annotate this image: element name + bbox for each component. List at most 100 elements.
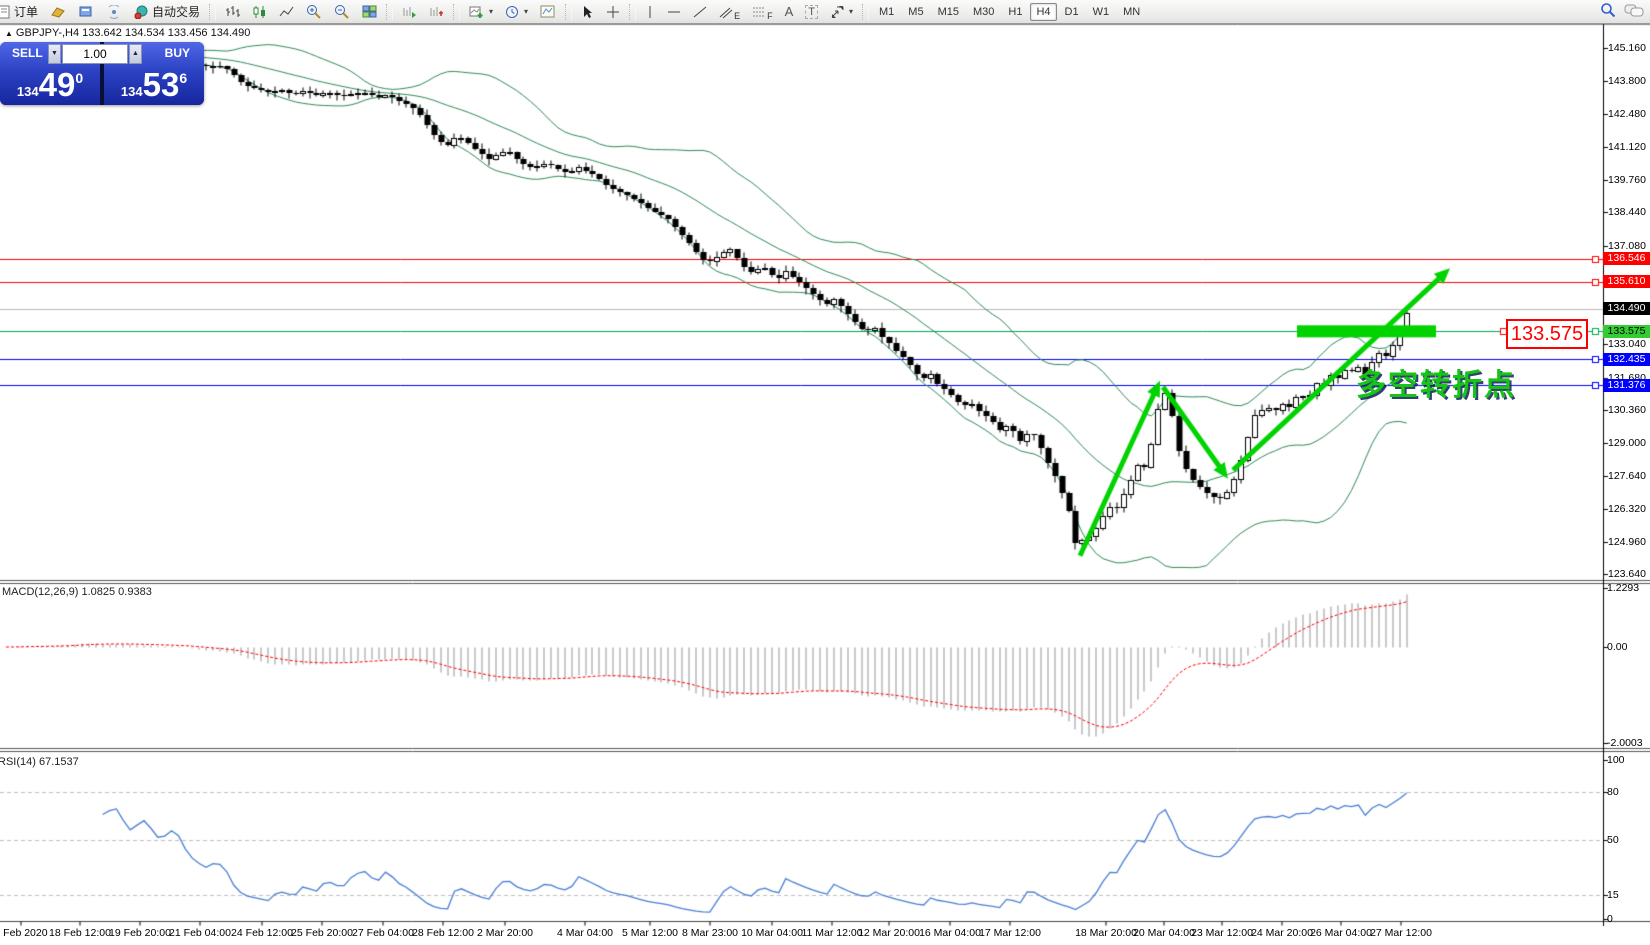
timeframe-w1[interactable]: W1 (1087, 3, 1116, 21)
shapes-tool-icon[interactable]: ▾ (825, 1, 858, 23)
vertical-line-tool-icon[interactable] (640, 1, 660, 23)
rsi-label: RSI(14) 67.1537 (0, 756, 79, 768)
volume-decrease-button[interactable]: ▼ (48, 44, 61, 64)
price-marker-badge: 136.546 (1603, 252, 1650, 265)
time-axis-label: 11 Mar 12:00 (801, 927, 862, 939)
line-chart-icon[interactable] (274, 1, 299, 23)
time-axis-label: 27 Feb 04:00 (352, 927, 414, 939)
price-tick: 133.040 (1608, 338, 1646, 350)
horizontal-line-tool-icon[interactable] (662, 1, 686, 23)
buy-label: BUY (165, 46, 190, 60)
time-axis-label: 7 Feb 2020 (0, 927, 48, 939)
toolbar-separator (209, 4, 216, 20)
chart-shift-icon[interactable] (424, 1, 449, 23)
time-axis-label: 8 Mar 23:00 (682, 927, 738, 939)
time-axis-label: 24 Mar 20:00 (1251, 927, 1313, 939)
candlestick-chart-icon[interactable] (247, 1, 272, 23)
timeframe-m15[interactable]: M15 (932, 3, 965, 21)
time-axis-label: 12 Mar 20:00 (858, 927, 920, 939)
tile-windows-icon[interactable] (357, 1, 382, 23)
label-tool-icon[interactable]: T (800, 1, 823, 23)
new-order-button[interactable]: 订单 (0, 3, 43, 21)
volume-input[interactable] (62, 44, 128, 64)
mt4-window: 订单 自动交易 (0, 0, 1650, 945)
rsi-scale-label: 50 (1607, 834, 1619, 846)
price-marker-badge: 135.610 (1603, 275, 1650, 288)
time-axis-label: 28 Feb 12:00 (412, 927, 474, 939)
time-axis-label: 24 Feb 12:00 (231, 927, 293, 939)
price-marker-badge: 133.575 (1603, 325, 1650, 338)
macd-label: MACD(12,26,9) 1.0825 0.9383 (2, 586, 152, 598)
timeframe-d1[interactable]: D1 (1059, 3, 1085, 21)
toolbar-separator (629, 4, 636, 20)
volume-increase-button[interactable]: ▲ (129, 44, 142, 64)
autotrading-button[interactable]: 自动交易 (129, 3, 205, 21)
sell-price: 134 49 0 (0, 68, 100, 101)
price-tick: 143.800 (1608, 75, 1646, 87)
channel-tool-letter: E (734, 11, 740, 21)
time-axis-label: 17 Mar 12:00 (979, 927, 1041, 939)
template-icon[interactable] (535, 1, 561, 23)
new-chart-button[interactable]: ▾ (464, 1, 498, 23)
text-tool-icon[interactable]: A (780, 1, 799, 23)
volume-control: ▼ ▲ (48, 44, 144, 64)
zoom-in-icon[interactable] (301, 1, 327, 23)
toolbar-right-group (1600, 2, 1644, 21)
buy-price-figure: 134 (121, 84, 143, 99)
auto-scroll-icon[interactable] (397, 1, 422, 23)
crosshair-icon[interactable] (601, 1, 625, 23)
timeframe-m5[interactable]: M5 (902, 3, 929, 21)
search-icon[interactable] (1600, 2, 1616, 21)
chart-canvas[interactable] (0, 0, 1650, 945)
cursor-icon[interactable] (576, 1, 599, 23)
period-clock-button[interactable]: ▾ (500, 1, 533, 23)
sell-price-figure: 134 (17, 84, 39, 99)
timeframe-m1[interactable]: M1 (873, 3, 900, 21)
time-axis-label: 4 Mar 04:00 (557, 927, 613, 939)
time-axis-label: 25 Feb 20:00 (291, 927, 353, 939)
timeframe-h1[interactable]: H1 (1002, 3, 1028, 21)
alert-icon[interactable] (45, 1, 71, 23)
time-axis-label: 5 Mar 12:00 (622, 927, 678, 939)
autotrading-label: 自动交易 (152, 3, 200, 20)
sell-price-point: 0 (75, 70, 83, 86)
timeframe-m30[interactable]: M30 (967, 3, 1000, 21)
sell-label: SELL (12, 46, 43, 60)
price-tick: 124.960 (1608, 536, 1646, 548)
macd-scale-label: 0.00 (1607, 641, 1627, 653)
autotrading-icon (134, 5, 149, 19)
time-axis-label: 26 Mar 04:00 (1310, 927, 1372, 939)
fibonacci-tool-icon[interactable]: F (747, 1, 778, 23)
price-tick: 138.440 (1608, 206, 1646, 218)
toolbar-separator (565, 4, 572, 20)
toolbar-separator (453, 4, 460, 20)
one-click-trading-panel: SELL 134 49 0 BUY 134 53 6 ▼ ▲ (0, 42, 204, 105)
zoom-out-icon[interactable] (329, 1, 355, 23)
price-marker-badge: 131.376 (1603, 379, 1650, 392)
new-order-icon (0, 5, 11, 19)
price-tick: 129.000 (1608, 437, 1646, 449)
signals-icon[interactable] (101, 1, 127, 23)
symbol-info: ▲GBPJPY-,H4 133.642 134.534 133.456 134.… (5, 27, 250, 39)
symbol-info-text: GBPJPY-,H4 133.642 134.534 133.456 134.4… (16, 27, 250, 39)
rsi-scale-label: 100 (1607, 754, 1625, 766)
chat-icon[interactable] (1624, 3, 1644, 21)
toolbar-separator (386, 4, 393, 20)
price-level-box: 133.575 (1506, 319, 1588, 349)
time-axis-label: 19 Feb 20:00 (109, 927, 171, 939)
trendline-tool-icon[interactable] (688, 1, 712, 23)
toolbar: 订单 自动交易 (0, 0, 1650, 24)
macd-scale-label: -2.0003 (1607, 737, 1643, 749)
buy-price-pips: 53 (143, 68, 180, 101)
timeframe-h4[interactable]: H4 (1030, 3, 1056, 21)
channel-tool-icon[interactable]: E (714, 1, 745, 23)
label-tool-letter: T (805, 5, 818, 19)
turning-point-note: 多空转折点 (1356, 360, 1516, 404)
timeframe-mn[interactable]: MN (1117, 3, 1146, 21)
bar-chart-icon[interactable] (220, 1, 245, 23)
price-tick: 142.480 (1608, 108, 1646, 120)
buy-price: 134 53 6 (104, 68, 204, 101)
time-axis-label: 2 Mar 20:00 (477, 927, 533, 939)
chevron-down-icon: ▾ (489, 7, 493, 16)
market-watch-icon[interactable] (73, 1, 99, 23)
